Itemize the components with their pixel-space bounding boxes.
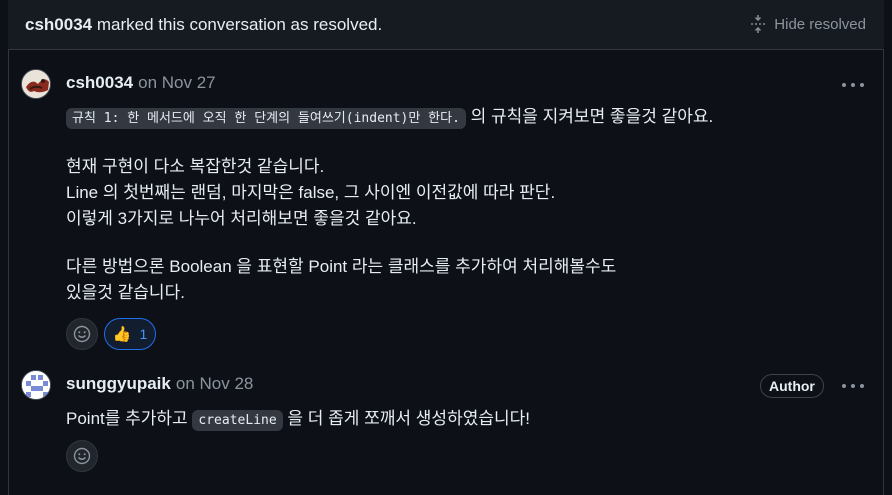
comment-header: csh0034 on Nov 27 — [66, 73, 216, 93]
add-reaction-button[interactable] — [66, 318, 98, 350]
comment-body: Point를 추가하고 createLine 을 더 좁게 쪼깨서 생성하였습니… — [66, 406, 530, 434]
smiley-icon — [73, 325, 91, 343]
unfold-icon — [751, 15, 766, 33]
paragraph-line: 다른 방법으론 Boolean 을 표현할 Point 라는 클래스를 추가하여… — [66, 257, 617, 276]
resolved-user[interactable]: csh0034 — [25, 15, 92, 34]
comment-options-button[interactable] — [842, 78, 864, 92]
paragraph-line: 있을것 같습니다. — [66, 283, 185, 302]
username[interactable]: csh0034 — [66, 73, 133, 92]
resolved-message: csh0034 marked this conversation as reso… — [25, 15, 382, 35]
resolved-text: marked this conversation as resolved. — [96, 15, 383, 34]
paragraph-line: 현재 구현이 다소 복잡한것 같습니다. — [66, 157, 325, 176]
add-reaction-button[interactable] — [66, 440, 98, 472]
thumbs-up-reaction[interactable]: 👍 1 — [104, 318, 156, 350]
hide-resolved-button[interactable]: Hide resolved — [750, 15, 866, 33]
inline-code: 규칙 1: 한 메서드에 오직 한 단계의 들여쓰기(indent)만 한다. — [66, 108, 466, 129]
paragraph: Point를 추가하고 createLine 을 더 좁게 쪼깨서 생성하였습니… — [66, 406, 530, 434]
comment-options-button[interactable] — [842, 379, 864, 393]
author-badge: Author — [760, 374, 824, 398]
avatar[interactable] — [21, 370, 51, 400]
comment-header: sunggyupaik on Nov 28 — [66, 374, 253, 394]
reaction-count: 1 — [139, 326, 148, 342]
resolved-banner: csh0034 marked this conversation as reso… — [8, 0, 884, 50]
inline-code: createLine — [192, 410, 283, 431]
timestamp[interactable]: on Nov 27 — [138, 73, 216, 92]
kebab-horizontal-icon — [842, 83, 846, 87]
kebab-horizontal-icon — [842, 384, 846, 388]
thumbs-up-icon: 👍 — [112, 326, 132, 343]
paragraph-line: Line 의 첫번째는 랜덤, 마지막은 false, 그 사이엔 이전값에 따… — [66, 183, 556, 202]
hide-resolved-label: Hide resolved — [774, 15, 866, 33]
username[interactable]: sunggyupaik — [66, 374, 171, 393]
smiley-icon — [73, 447, 91, 465]
comment-body: 규칙 1: 한 메서드에 오직 한 단계의 들여쓰기(indent)만 한다. … — [66, 104, 713, 306]
paragraph: 규칙 1: 한 메서드에 오직 한 단계의 들여쓰기(indent)만 한다. … — [66, 104, 713, 132]
paragraph-line: 이렇게 3가지로 나누어 처리해보면 좋을것 같아요. — [66, 209, 417, 228]
avatar[interactable] — [21, 69, 51, 99]
paragraph-text: 의 규칙을 지켜보면 좋을것 같아요. — [465, 107, 714, 126]
timestamp[interactable]: on Nov 28 — [176, 374, 254, 393]
